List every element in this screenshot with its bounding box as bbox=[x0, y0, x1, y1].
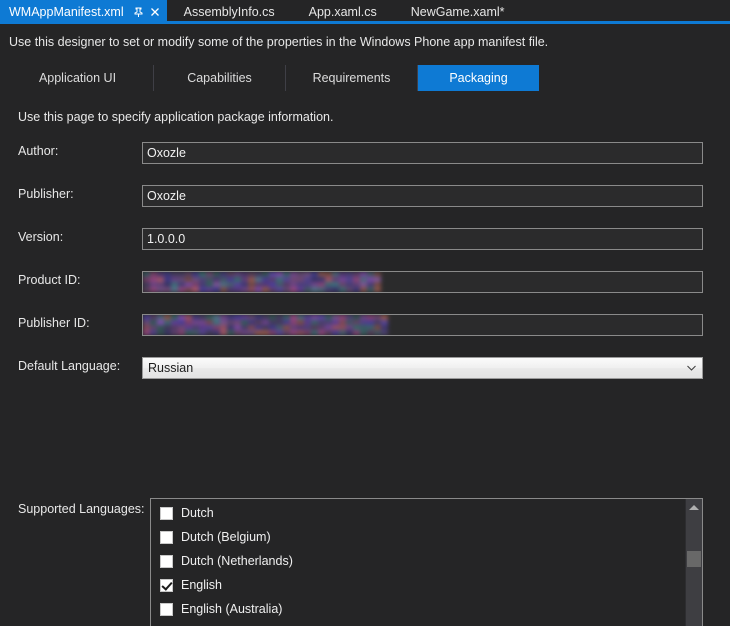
tab-requirements[interactable]: Requirements bbox=[286, 65, 418, 91]
list-item[interactable]: English (Belize) bbox=[151, 621, 685, 626]
tab-label: Capabilities bbox=[187, 71, 252, 85]
field-row-author: Author: bbox=[0, 142, 730, 164]
field-row-product-id: Product ID: bbox=[0, 271, 730, 293]
list-item[interactable]: English (Australia) bbox=[151, 597, 685, 621]
author-label: Author: bbox=[18, 144, 59, 158]
product-id-input[interactable] bbox=[142, 271, 703, 293]
tab-capabilities[interactable]: Capabilities bbox=[154, 65, 286, 91]
list-item[interactable]: English bbox=[151, 573, 685, 597]
publisher-id-label: Publisher ID: bbox=[18, 316, 90, 330]
document-tab-strip: WMAppManifest.xml AssemblyInfo.cs App.xa… bbox=[0, 0, 730, 24]
redacted-value bbox=[143, 315, 388, 335]
supported-languages-label: Supported Languages: bbox=[18, 502, 145, 516]
field-row-default-language: Default Language: Russian bbox=[0, 357, 730, 379]
publisher-id-input[interactable] bbox=[142, 314, 703, 336]
publisher-input[interactable] bbox=[142, 185, 703, 207]
list-item-label: Dutch (Belgium) bbox=[181, 530, 271, 544]
list-item-label: English bbox=[181, 578, 222, 592]
tab-label: Packaging bbox=[449, 71, 508, 85]
field-row-version: Version: bbox=[0, 228, 730, 250]
document-tab-icons bbox=[131, 4, 163, 20]
checkbox-checked[interactable] bbox=[160, 578, 173, 592]
document-tab-label: NewGame.xaml* bbox=[410, 5, 505, 19]
list-item[interactable]: Dutch bbox=[151, 501, 685, 525]
field-row-publisher: Publisher: bbox=[0, 185, 730, 207]
document-tab-label: App.xaml.cs bbox=[308, 5, 377, 19]
document-tab-appxaml[interactable]: App.xaml.cs bbox=[292, 0, 394, 24]
tab-application-ui[interactable]: Application UI bbox=[2, 65, 154, 91]
designer-description: Use this designer to set or modify some … bbox=[0, 24, 730, 60]
list-item-label: Dutch bbox=[181, 506, 214, 520]
list-item-label: Dutch (Netherlands) bbox=[181, 554, 293, 568]
supported-languages-items: Dutch Dutch (Belgium) Dutch (Netherlands) E… bbox=[151, 499, 685, 626]
supported-languages-listbox[interactable]: Dutch Dutch (Belgium) Dutch (Netherlands) E… bbox=[150, 498, 703, 626]
list-item[interactable]: Dutch (Belgium) bbox=[151, 525, 685, 549]
document-tab-newgamexaml[interactable]: NewGame.xaml* bbox=[394, 0, 522, 24]
publisher-label: Publisher: bbox=[18, 187, 74, 201]
field-row-publisher-id: Publisher ID: bbox=[0, 314, 730, 336]
page-hint: Use this page to specify application pac… bbox=[18, 110, 334, 124]
chevron-down-icon[interactable] bbox=[687, 358, 696, 378]
scroll-up-arrow-icon[interactable] bbox=[686, 499, 702, 516]
tab-packaging[interactable]: Packaging bbox=[418, 65, 539, 91]
listbox-scrollbar[interactable] bbox=[685, 499, 702, 626]
version-label: Version: bbox=[18, 230, 64, 244]
list-item-label: English (Australia) bbox=[181, 602, 283, 616]
tab-label: Application UI bbox=[38, 71, 117, 85]
close-icon[interactable] bbox=[147, 4, 163, 20]
product-id-label: Product ID: bbox=[18, 273, 81, 287]
manifest-tab-bar: Application UI Capabilities Requirements… bbox=[0, 60, 730, 92]
document-tab-assemblyinfo[interactable]: AssemblyInfo.cs bbox=[167, 0, 292, 24]
checkbox-unchecked[interactable] bbox=[160, 602, 173, 616]
packaging-panel: Use this page to specify application pac… bbox=[0, 92, 730, 626]
document-tab-wmappmanifest[interactable]: WMAppManifest.xml bbox=[0, 0, 167, 24]
checkbox-unchecked[interactable] bbox=[160, 554, 173, 568]
redacted-value bbox=[143, 272, 381, 292]
list-item[interactable]: Dutch (Netherlands) bbox=[151, 549, 685, 573]
author-input[interactable] bbox=[142, 142, 703, 164]
default-language-select[interactable]: Russian bbox=[142, 357, 703, 379]
pin-icon[interactable] bbox=[131, 4, 147, 20]
tab-label: Requirements bbox=[312, 71, 391, 85]
checkbox-unchecked[interactable] bbox=[160, 530, 173, 544]
scrollbar-thumb[interactable] bbox=[687, 551, 701, 567]
version-input[interactable] bbox=[142, 228, 703, 250]
document-tab-label: AssemblyInfo.cs bbox=[183, 5, 275, 19]
document-tab-label: WMAppManifest.xml bbox=[9, 5, 124, 19]
default-language-value: Russian bbox=[148, 361, 194, 375]
default-language-label: Default Language: bbox=[18, 359, 121, 373]
checkbox-unchecked[interactable] bbox=[160, 506, 173, 520]
